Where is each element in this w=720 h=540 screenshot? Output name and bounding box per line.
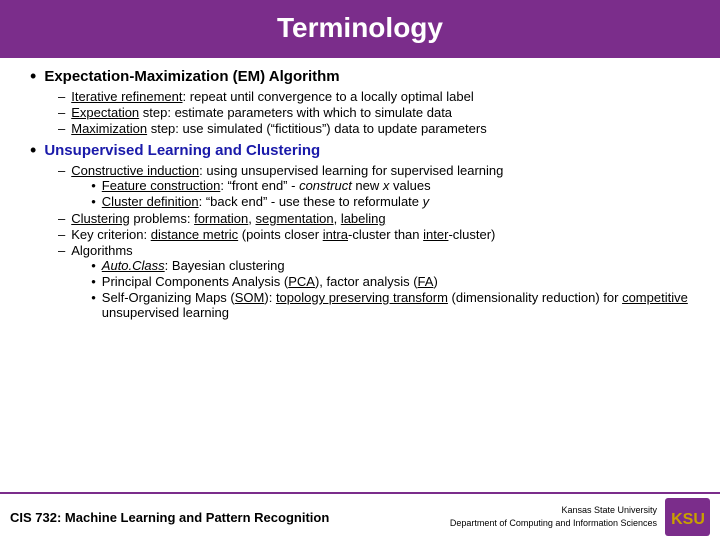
em-item-1-text: Iterative refinement: repeat until conve… [71, 89, 474, 104]
em-item-2-text: Expectation step: estimate parameters wi… [71, 105, 452, 120]
constructive-item-1: • Feature construction: “front end” - co… [91, 178, 503, 193]
em-title: Expectation-Maximization (EM) Algorithm [44, 68, 339, 85]
constructive-item-2: • Cluster definition: “back end” - use t… [91, 194, 503, 209]
header: Terminology [0, 0, 720, 58]
algo-item-2: • Principal Components Analysis (PCA), f… [91, 274, 690, 289]
small-dot-4: • [91, 274, 96, 289]
bullet-dot-1: • [30, 66, 36, 87]
small-dot-2: • [91, 194, 96, 209]
dash-1: – [58, 89, 65, 104]
unsup-item-2: – Clustering problems: formation, segmen… [58, 211, 690, 226]
em-subitems: – Iterative refinement: repeat until con… [58, 89, 690, 136]
constructive-item-1-text: Feature construction: “front end” - cons… [102, 178, 431, 193]
algo-item-1: • Auto.Class: Bayesian clustering [91, 258, 690, 273]
unsup-item-4: – Algorithms • Auto.Class: Bayesian clus… [58, 243, 690, 321]
unsup-item-1: – Constructive induction: using unsuperv… [58, 163, 690, 210]
unsup-item-2-text: Clustering problems: formation, segmenta… [71, 211, 385, 226]
unsupervised-subitems: – Constructive induction: using unsuperv… [58, 163, 690, 321]
algorithms-label: Algorithms [71, 243, 132, 258]
dash-6: – [58, 227, 65, 242]
dash-2: – [58, 105, 65, 120]
algorithms-subitems: • Auto.Class: Bayesian clustering • Prin… [91, 258, 690, 320]
dash-4: – [58, 163, 65, 178]
em-item-3: – Maximization step: use simulated (“fic… [58, 121, 690, 136]
unsup-item-3-text: Key criterion: distance metric (points c… [71, 227, 495, 242]
algo-item-2-text: Principal Components Analysis (PCA), fac… [102, 274, 438, 289]
em-item-3-text: Maximization step: use simulated (“ficti… [71, 121, 486, 136]
ksu-logo: KSU [665, 498, 710, 536]
constructive-subitems: • Feature construction: “front end” - co… [91, 178, 503, 209]
footer-university: Kansas State University Department of Co… [450, 504, 657, 529]
svg-text:KSU: KSU [671, 511, 705, 528]
dash-5: – [58, 211, 65, 226]
algo-item-3-text: Self-Organizing Maps (SOM): topology pre… [102, 290, 690, 320]
constructive-item-2-text: Cluster definition: “back end” - use the… [102, 194, 429, 209]
dash-3: – [58, 121, 65, 136]
dash-7: – [58, 243, 65, 258]
algo-item-3: • Self-Organizing Maps (SOM): topology p… [91, 290, 690, 320]
small-dot-3: • [91, 258, 96, 273]
algorithms-block: Algorithms • Auto.Class: Bayesian cluste… [71, 243, 690, 321]
main-bullet-unsupervised: • Unsupervised Learning and Clustering [30, 142, 690, 161]
unsup-item-1-text: Constructive induction: using unsupervis… [71, 163, 503, 178]
small-dot-5: • [91, 290, 96, 305]
footer: CIS 732: Machine Learning and Pattern Re… [0, 492, 720, 540]
unsup-item-1-block: Constructive induction: using unsupervis… [71, 163, 503, 210]
em-item-1: – Iterative refinement: repeat until con… [58, 89, 690, 104]
footer-course: CIS 732: Machine Learning and Pattern Re… [10, 510, 329, 525]
footer-right: Kansas State University Department of Co… [450, 498, 710, 536]
small-dot-1: • [91, 178, 96, 193]
section-em: • Expectation-Maximization (EM) Algorith… [30, 68, 690, 136]
unsupervised-title: Unsupervised Learning and Clustering [44, 142, 320, 159]
main-content: • Expectation-Maximization (EM) Algorith… [0, 58, 720, 321]
algo-item-1-text: Auto.Class: Bayesian clustering [102, 258, 285, 273]
em-item-2: – Expectation step: estimate parameters … [58, 105, 690, 120]
main-bullet-em: • Expectation-Maximization (EM) Algorith… [30, 68, 690, 87]
unsup-item-3: – Key criterion: distance metric (points… [58, 227, 690, 242]
bullet-dot-2: • [30, 140, 36, 161]
page-title: Terminology [277, 12, 443, 43]
section-unsupervised: • Unsupervised Learning and Clustering –… [30, 142, 690, 321]
